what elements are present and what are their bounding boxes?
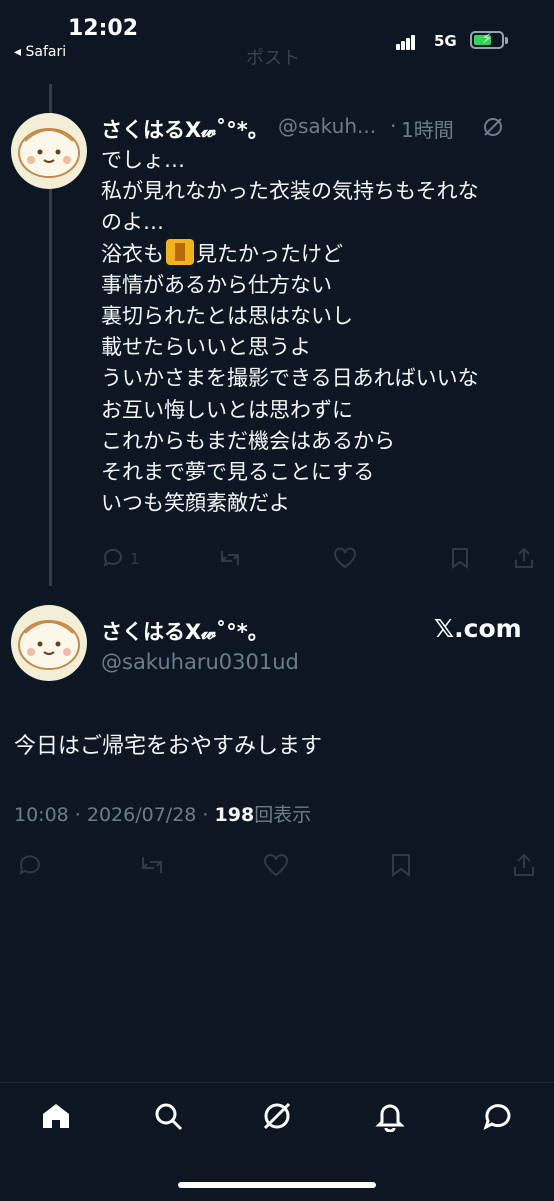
tweet-line: それまで夢で見ることにする (101, 460, 375, 485)
author-name[interactable]: さくはるX𝓌˚°*。 (101, 114, 269, 144)
tweet-line: 浴衣も 見たかったけど (101, 238, 479, 270)
tweet-line: 私が見れなかった衣装の気持ちもそれな (101, 179, 479, 204)
battery-cap (505, 37, 508, 44)
share-icon[interactable] (512, 852, 536, 878)
tweet-line: 裏切られたとは思はないし (101, 304, 353, 329)
bell-icon[interactable] (374, 1100, 406, 1133)
tweet-meta: 10:08 · 2026/07/28 · 198回表示 (14, 800, 311, 827)
tweet-text: 見たかったけど (196, 241, 343, 266)
author-handle[interactable]: @sakuharu0301ud (101, 650, 299, 674)
avatar[interactable] (11, 113, 87, 189)
timestamp: 10:08 · 2026/07/28 · (14, 804, 215, 826)
tweet-text: 浴衣も (101, 241, 164, 266)
tweet-line: いつも笑顔素敵だよ (101, 491, 290, 516)
x-watermark: 𝕏.com (434, 614, 522, 643)
view-label: 回表示 (254, 804, 312, 826)
reply-count: 1 (130, 550, 140, 568)
home-indicator[interactable] (178, 1182, 376, 1188)
signal-icon (396, 34, 416, 50)
status-time: 12:02 (68, 16, 139, 41)
like-icon[interactable] (332, 546, 358, 570)
avatar[interactable] (11, 605, 87, 681)
separator-dot: · (390, 114, 397, 138)
tweet-line: お互い悔しいとは思わずに (101, 397, 353, 422)
network-label: 5G (434, 32, 457, 50)
tweet-body: でしょ… 私が見れなかった衣装の気持ちもそれな のよ… 浴衣も 見たかったけど 事… (101, 145, 479, 519)
reply-icon[interactable] (17, 852, 43, 878)
search-icon[interactable] (152, 1100, 184, 1132)
view-count: 198 (214, 804, 255, 826)
bookmark-icon[interactable] (449, 546, 471, 570)
kimono-emoji-icon (166, 238, 194, 265)
battery-icon: ⚡ (470, 31, 504, 49)
author-name[interactable]: さくはるX𝓌˚°*。 (101, 616, 269, 646)
page-title: ポスト (246, 48, 300, 69)
tweet-line: 載せたらいいと思うよ (101, 335, 311, 360)
grok-icon[interactable] (261, 1100, 293, 1132)
grok-icon[interactable] (482, 116, 504, 138)
back-to-safari[interactable]: ◂ Safari (14, 44, 66, 60)
repost-icon[interactable] (217, 546, 243, 570)
tweet-line: でしょ… (101, 148, 185, 172)
tweet-line: のよ… (101, 210, 164, 235)
tweet-line: ういかさまを撮影できる日あればいいな (101, 366, 479, 391)
message-icon[interactable] (482, 1100, 514, 1132)
tweet-line: 事情があるから仕方ない (101, 272, 332, 297)
author-handle[interactable]: @sakuh... (278, 114, 376, 138)
like-icon[interactable] (262, 852, 290, 878)
tweet-line: これからもまだ機会はあるから (101, 428, 395, 453)
post-time: 1時間 (401, 118, 454, 142)
repost-icon[interactable] (138, 852, 166, 878)
bookmark-icon[interactable] (389, 852, 413, 878)
tweet-text: 今日はご帰宅をおやすみします (14, 734, 323, 759)
share-icon[interactable] (513, 546, 535, 570)
reply-icon[interactable] (101, 546, 125, 570)
home-icon[interactable] (40, 1100, 72, 1132)
